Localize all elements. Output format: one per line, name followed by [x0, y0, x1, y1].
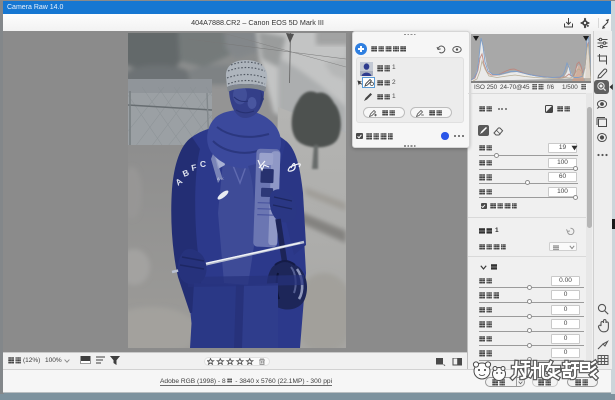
svg-text:A·K: A·K [217, 176, 224, 181]
svg-text:C: C [200, 159, 206, 169]
